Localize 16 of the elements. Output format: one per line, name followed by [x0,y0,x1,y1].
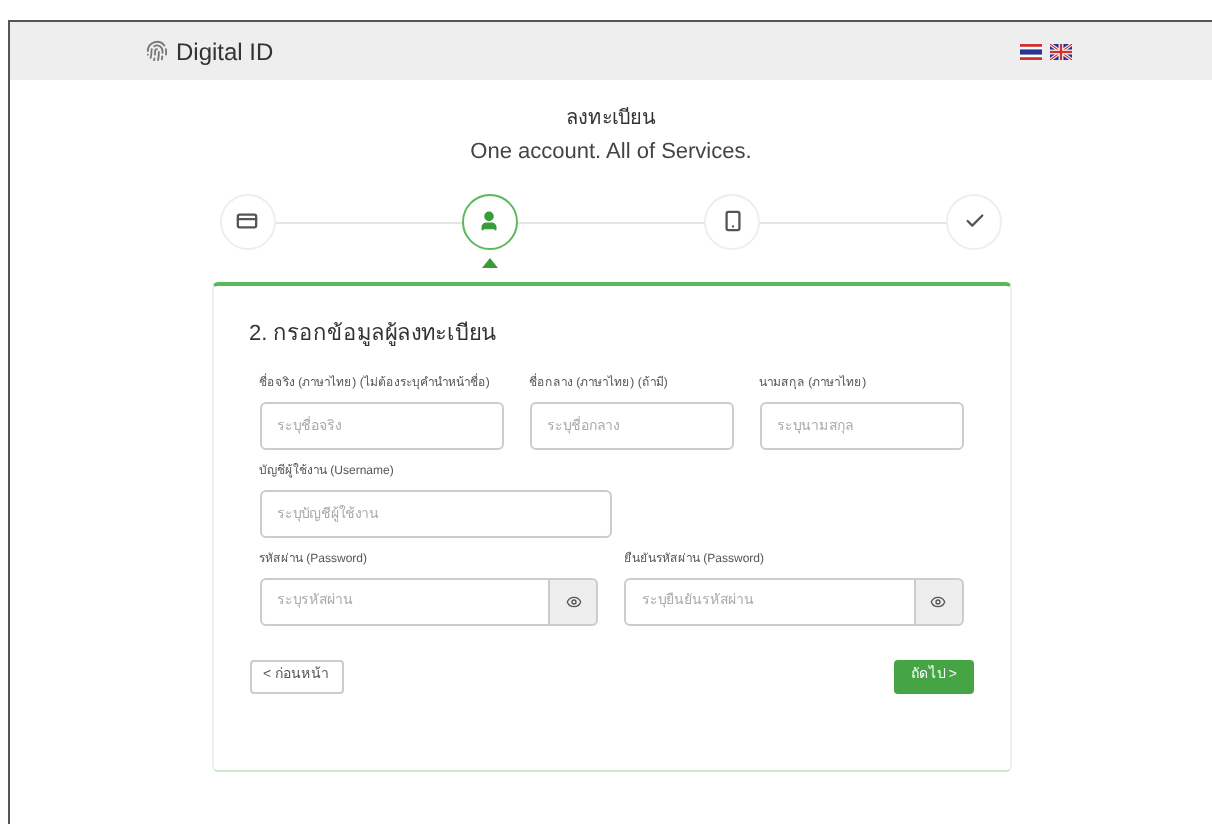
eye-icon [930,594,946,610]
phone-icon [721,210,744,232]
brand-name[interactable]: Digital ID [176,33,274,69]
show-password-button[interactable] [550,578,598,626]
card-icon [236,210,258,232]
eye-icon [565,594,581,610]
check-icon [963,210,986,232]
uk-flag-icon[interactable] [1050,43,1072,59]
show-password-button[interactable] [915,578,963,626]
form-title: 2. กรอกข้อมูลผู้ลงทะเบียน [249,319,500,350]
current-step-arrow-icon [481,257,498,267]
thai-flag-icon[interactable] [1020,43,1042,59]
fingerprint-icon [146,40,168,62]
page-subtitle: One account. All of Services. [470,138,752,168]
page-title: ลงทะเบียน [566,105,656,134]
user-icon [478,210,501,232]
